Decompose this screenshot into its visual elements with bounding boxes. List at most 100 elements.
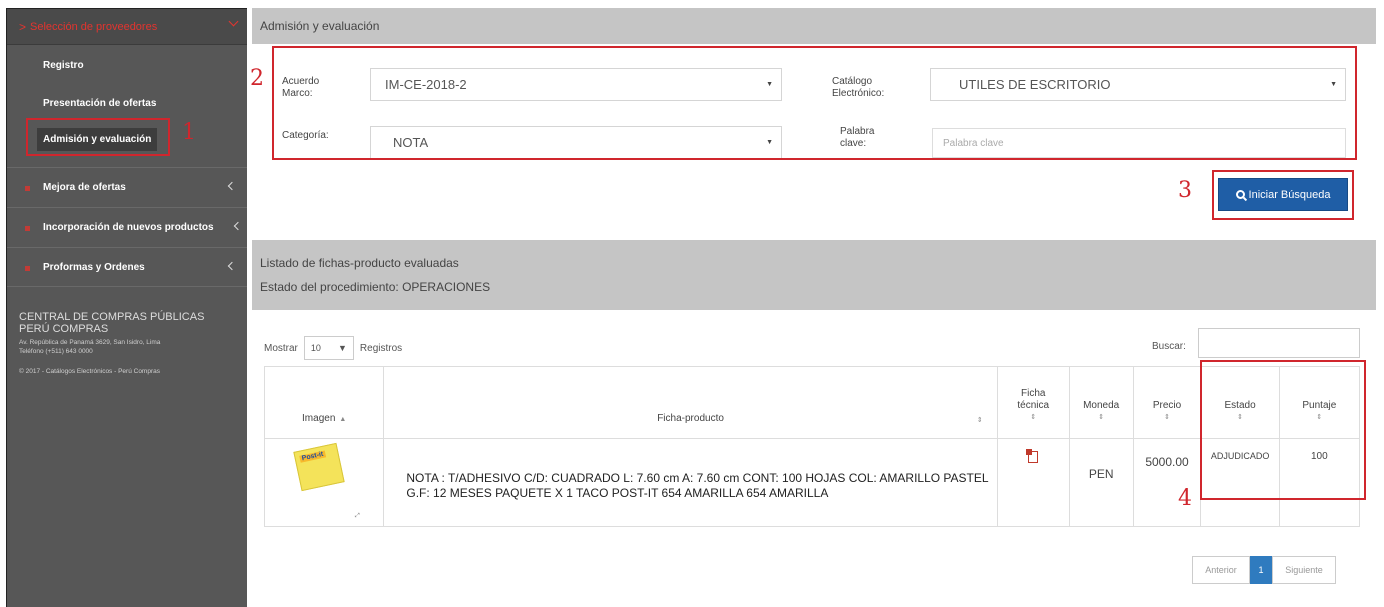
col-moneda-label: Moneda xyxy=(1083,400,1120,411)
col-imagen[interactable]: Imagen ▲ xyxy=(263,366,385,439)
bullet-icon xyxy=(25,266,30,271)
cell-ficha-producto: NOTA : T/ADHESIVO C/D: CUADRADO L: 7.60 … xyxy=(383,438,998,527)
col-estado-label: Estado xyxy=(1224,400,1256,411)
annotation-number-1: 1 xyxy=(182,120,196,145)
cell-estado: ADJUDICADO xyxy=(1200,438,1280,527)
cell-puntaje: 100 xyxy=(1278,438,1361,527)
col-precio[interactable]: Precio ⇕ xyxy=(1132,366,1202,439)
pagination-page-label: 1 xyxy=(1258,565,1264,575)
moneda-value: PEN xyxy=(1088,467,1114,481)
table-search-input[interactable] xyxy=(1198,328,1360,358)
acuerdo-marco-label: Acuerdo Marco: xyxy=(282,76,320,99)
dropdown-arrow-icon: ▼ xyxy=(1330,81,1337,88)
catalogo-select[interactable]: UTILES DE ESCRITORIO ▼ xyxy=(930,68,1346,101)
sort-asc-icon: ▲ xyxy=(339,416,347,423)
org-name-line2: PERÚ COMPRAS xyxy=(19,323,109,335)
sidebar-footer: CENTRAL DE COMPRAS PÚBLICAS PERÚ COMPRAS… xyxy=(19,311,244,375)
buscar-label: Buscar: xyxy=(1152,341,1186,352)
sort-icon: ⇕ xyxy=(1237,414,1244,421)
sidebar: > Selección de proveedores Registro Pres… xyxy=(6,8,247,607)
col-ficha-tecnica-label-1: Ficha xyxy=(1021,388,1046,399)
catalogo-label: Catálogo Electrónico: xyxy=(832,76,885,99)
col-puntaje[interactable]: Puntaje ⇕ xyxy=(1278,366,1361,439)
sidebar-item-label: Admisión y evaluación xyxy=(37,127,158,151)
precio-value: 5000.00 xyxy=(1145,455,1189,469)
estado-value: ADJUDICADO xyxy=(1210,451,1270,461)
procedure-status: Estado del procedimiento: OPERACIONES xyxy=(260,280,491,294)
sidebar-item-registro[interactable]: Registro xyxy=(7,49,247,81)
sort-icon: ⇕ xyxy=(976,417,983,424)
pagination-prev[interactable]: Anterior xyxy=(1192,556,1250,584)
pagination: Anterior 1 Siguiente xyxy=(1192,556,1336,584)
sidebar-item-incorporacion-productos[interactable]: Incorporación de nuevos productos xyxy=(7,207,247,247)
product-image[interactable]: Post-it xyxy=(293,442,345,492)
col-ficha-tecnica[interactable]: Ficha técnica ⇕ xyxy=(996,366,1070,439)
col-imagen-label: Imagen xyxy=(302,413,336,424)
cell-ficha-tecnica xyxy=(996,438,1070,527)
sidebar-section-label: Selección de proveedores xyxy=(30,20,158,33)
pagination-next[interactable]: Siguiente xyxy=(1272,556,1336,584)
palabra-clave-input[interactable]: Palabra clave xyxy=(932,128,1346,158)
org-phone: Teléfono (+511) 643 0000 xyxy=(19,348,93,355)
sidebar-item-label: Registro xyxy=(43,59,84,71)
chevron-down-icon xyxy=(228,16,239,27)
product-description: NOTA : T/ADHESIVO C/D: CUADRADO L: 7.60 … xyxy=(406,471,989,500)
annotation-number-4: 4 xyxy=(1178,486,1192,511)
chevron-left-icon xyxy=(233,221,243,231)
pagination-page-1[interactable]: 1 xyxy=(1250,556,1272,584)
sidebar-item-label: Incorporación de nuevos productos xyxy=(43,222,214,233)
bullet-icon xyxy=(25,226,30,231)
copyright: © 2017 - Catálogos Electrónicos - Perú C… xyxy=(19,368,160,375)
pagination-next-label: Siguiente xyxy=(1285,565,1323,575)
sort-icon: ⇕ xyxy=(1030,414,1037,421)
results-table: Imagen ▲ Ficha-producto ⇕ Ficha técnica ⇕… xyxy=(263,366,1361,527)
sidebar-item-proformas-ordenes[interactable]: Proformas y Ordenes xyxy=(7,247,247,287)
chevron-right-icon: > xyxy=(19,19,27,34)
sidebar-section-seleccion[interactable]: > Selección de proveedores xyxy=(7,9,247,45)
annotation-number-2: 2 xyxy=(250,66,264,91)
sidebar-item-admision-evaluacion[interactable]: Admisión y evaluación xyxy=(7,123,247,155)
pdf-icon[interactable] xyxy=(1026,449,1039,463)
col-precio-label: Precio xyxy=(1152,400,1182,411)
col-ficha-producto[interactable]: Ficha-producto ⇕ xyxy=(383,366,998,439)
palabra-clave-label: Palabra clave: xyxy=(840,126,875,149)
table-header-row: Imagen ▲ Ficha-producto ⇕ Ficha técnica ⇕… xyxy=(263,366,1361,439)
cell-imagen: Post-it ⤢ xyxy=(263,438,385,527)
cell-moneda: PEN xyxy=(1068,438,1134,527)
sidebar-item-mejora-ofertas[interactable]: Mejora de ofertas xyxy=(7,167,247,207)
sidebar-item-presentacion-ofertas[interactable]: Presentación de ofertas xyxy=(7,87,247,119)
sort-icon: ⇕ xyxy=(1164,414,1170,421)
chevron-left-icon xyxy=(227,181,237,191)
cell-precio: 5000.00 xyxy=(1132,438,1202,527)
panel-header: Admisión y evaluación xyxy=(252,8,1376,44)
org-address: Av. República de Panamá 3629, San Isidro… xyxy=(19,339,161,346)
col-puntaje-label: Puntaje xyxy=(1302,400,1337,411)
search-icon xyxy=(1235,190,1245,199)
dropdown-arrow-icon: ▼ xyxy=(337,343,347,353)
page-length-value: 10 xyxy=(310,343,321,353)
annotation-number-3: 3 xyxy=(1178,178,1192,203)
categoria-label: Categoría: xyxy=(282,130,329,141)
page-title: Admisión y evaluación xyxy=(260,19,380,33)
palabra-clave-placeholder: Palabra clave xyxy=(943,137,1004,149)
dropdown-arrow-icon: ▼ xyxy=(766,139,773,146)
dropdown-arrow-icon: ▼ xyxy=(766,81,773,88)
col-ficha-tecnica-label-2: técnica xyxy=(1017,400,1050,411)
pagination-prev-label: Anterior xyxy=(1205,565,1237,575)
chevron-left-icon xyxy=(227,261,237,271)
page-length-select[interactable]: 10 ▼ xyxy=(303,336,354,360)
iniciar-busqueda-button[interactable]: Iniciar Búsqueda xyxy=(1218,178,1348,211)
search-button-label: Iniciar Búsqueda xyxy=(1248,188,1331,201)
mostrar-label: Mostrar xyxy=(264,342,298,354)
col-estado[interactable]: Estado ⇕ xyxy=(1200,366,1280,439)
acuerdo-marco-select[interactable]: IM-CE-2018-2 ▼ xyxy=(370,68,782,101)
categoria-select[interactable]: NOTA ▼ xyxy=(370,126,782,159)
page-length-control: Mostrar 10 ▼ Registros xyxy=(264,336,402,360)
listing-header: Listado de fichas-producto evaluadas Est… xyxy=(252,240,1376,310)
acuerdo-marco-value: IM-CE-2018-2 xyxy=(385,77,467,92)
registros-label: Registros xyxy=(359,342,403,354)
catalogo-value: UTILES DE ESCRITORIO xyxy=(959,77,1111,92)
table-row: Post-it ⤢ NOTA : T/ADHESIVO C/D: CUADRAD… xyxy=(263,438,1361,527)
col-moneda[interactable]: Moneda ⇕ xyxy=(1068,366,1134,439)
sidebar-item-label: Mejora de ofertas xyxy=(43,182,126,193)
